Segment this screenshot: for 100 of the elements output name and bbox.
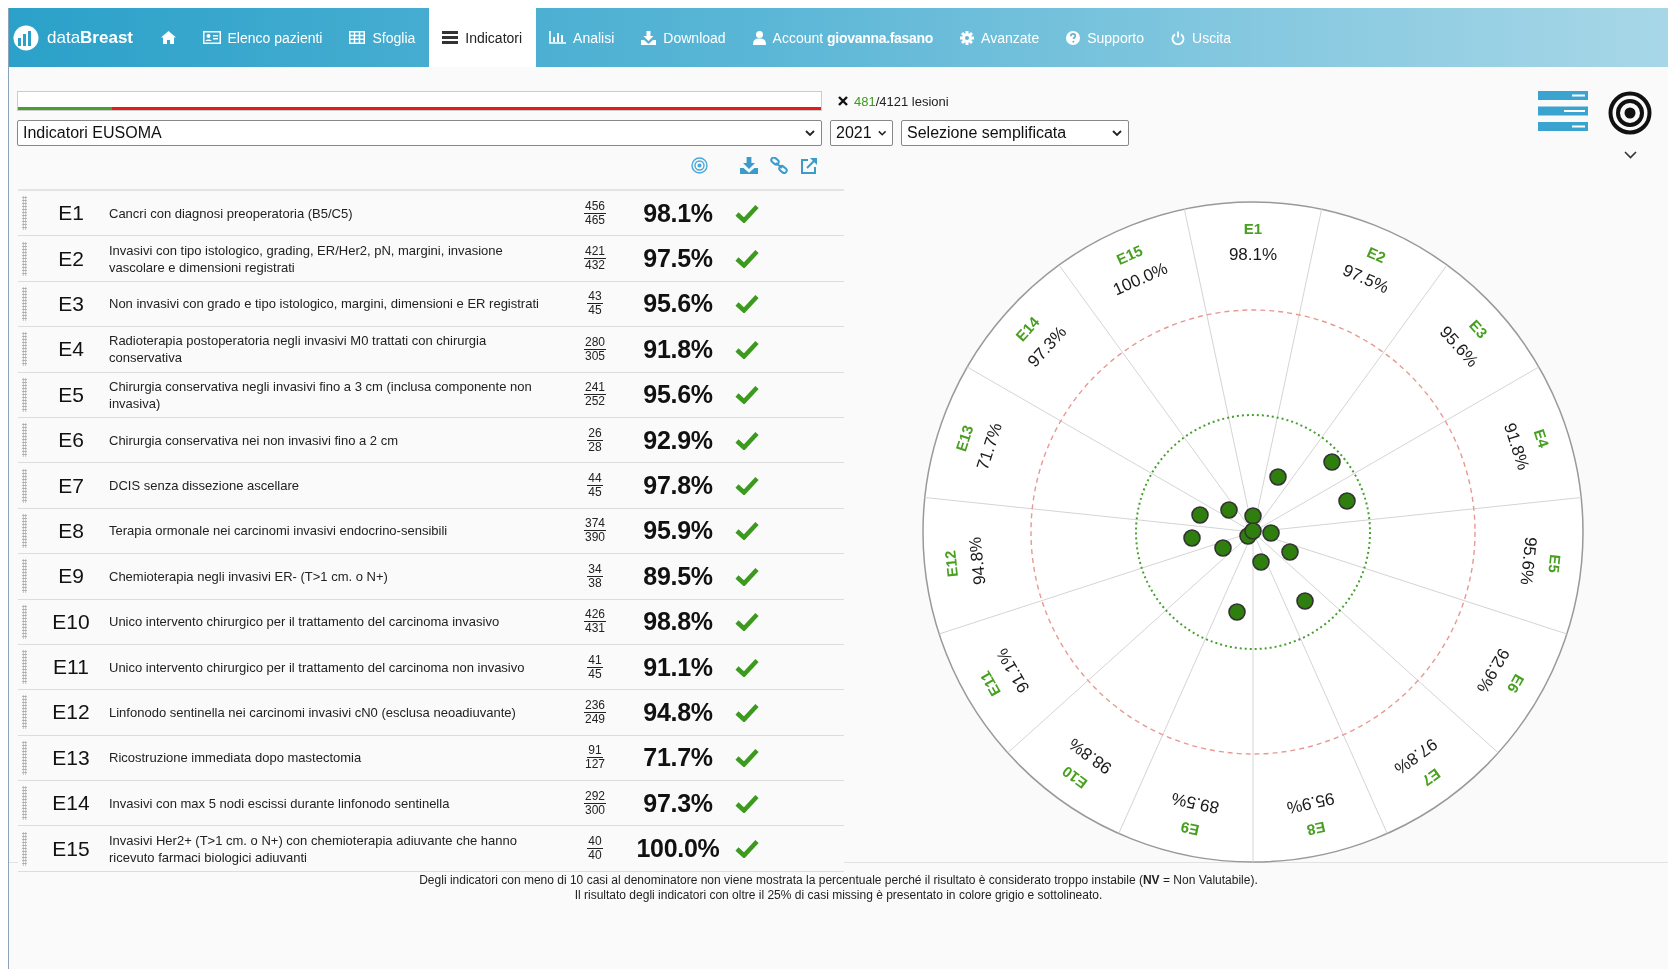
data-point[interactable] (1191, 506, 1209, 524)
sector-code: E9 (1179, 818, 1201, 840)
numerator: 456 (584, 199, 606, 214)
data-point[interactable] (1323, 453, 1341, 471)
user-icon (752, 30, 766, 45)
denominator: 45 (588, 486, 602, 500)
denominator: 390 (585, 531, 605, 545)
numerator: 26 (587, 426, 603, 441)
selection-mode-dropdown[interactable]: Selezione semplificata (901, 120, 1129, 146)
indicator-code: E10 (51, 609, 91, 634)
denominator: 249 (585, 713, 605, 726)
indicator-code: E3 (57, 291, 85, 316)
indicator-percent: 100.0% (635, 834, 721, 864)
numerator: 34 (587, 562, 603, 577)
indicator-code: E12 (51, 700, 91, 725)
year-dropdown[interactable]: 2021 (830, 120, 893, 146)
denominator: 127 (585, 758, 605, 772)
indicator-description: Cancri con diagnosi preoperatoria (B5/C5) (109, 204, 354, 222)
drag-handle[interactable] (22, 286, 27, 321)
drag-handle[interactable] (22, 377, 27, 412)
indicator-percent: 97.8% (642, 471, 714, 501)
sector-code: E6 (1503, 671, 1528, 696)
close-icon[interactable] (838, 96, 848, 106)
gear-icon (960, 30, 975, 45)
numerator: 41 (587, 653, 603, 668)
power-icon (1171, 30, 1186, 45)
nav-tab[interactable]: Avanzate (946, 8, 1053, 67)
indicator-percent: 71.7% (642, 743, 714, 773)
help-icon (1066, 30, 1081, 45)
drag-handle[interactable] (22, 196, 27, 231)
data-point[interactable] (1252, 553, 1270, 571)
target-view-icon[interactable] (1608, 91, 1652, 135)
nav-tab[interactable]: Account giovanna.fasano (739, 8, 947, 67)
target-icon[interactable] (691, 157, 708, 174)
indicator-description: Chirurgia conservativa negli invasivi fino a 3 cm (inclusa componente non invasiva) (109, 377, 533, 412)
download-icon[interactable] (740, 157, 758, 174)
data-point[interactable] (1281, 543, 1299, 561)
nav-tab[interactable]: Uscita (1157, 8, 1245, 67)
nav-tab[interactable]: Sfoglia (335, 8, 429, 67)
indicator-description: Linfonodo sentinella nei carcinomi invasivi cN0 (esclusa neoadiuvante) (109, 704, 517, 721)
sector-value: 98.1% (1228, 245, 1278, 265)
drag-handle[interactable] (22, 468, 27, 503)
chevron-down-icon[interactable] (1623, 151, 1637, 159)
denominator: 465 (585, 213, 605, 227)
data-point[interactable] (1262, 524, 1280, 542)
data-point[interactable] (1220, 501, 1238, 519)
indicator-description: Radioterapia postoperatoria negli invasivi M0 trattati con chirurgia conservativa (109, 332, 488, 367)
footnote-text: Il risultato degli indicatori con oltre il 25% di casi missing è presentato in colore grigio e sottolineato. (574, 888, 1103, 902)
data-point[interactable] (1338, 492, 1356, 510)
indicator-description: Chemioterapia negli invasivi ER- (T>1 cm. o N+) (109, 567, 389, 585)
chevron-down-icon (805, 129, 815, 137)
drag-handle[interactable] (22, 695, 27, 730)
drag-handle[interactable] (22, 740, 27, 775)
indicator-description: Unico intervento chirurgico per il trattamento del carcinoma invasivo (109, 613, 501, 631)
drag-handle[interactable] (22, 423, 27, 458)
drag-handle[interactable] (22, 650, 27, 685)
numerator: 374 (584, 517, 606, 532)
drag-handle[interactable] (22, 559, 27, 594)
numerator: 236 (584, 699, 606, 713)
denominator: 252 (585, 395, 605, 409)
drag-handle[interactable] (22, 241, 27, 276)
data-point[interactable] (1244, 522, 1262, 540)
indicator-code: E13 (51, 745, 91, 770)
id-card-icon (202, 31, 221, 44)
indicator-percent: 91.8% (642, 334, 714, 364)
nav-tab[interactable]: Supporto (1052, 8, 1158, 67)
data-point[interactable] (1214, 539, 1232, 557)
indicator-percent: 97.5% (642, 244, 714, 274)
data-point[interactable] (1183, 529, 1201, 547)
indicator-percent: 98.1% (642, 198, 714, 228)
sector-code: E4 (1530, 426, 1553, 450)
drag-handle[interactable] (22, 786, 27, 821)
nav-tab[interactable]: Analisi (535, 8, 628, 67)
sector-code: E15 (1113, 241, 1146, 268)
indicator-description: Invasivi con tipo istologico, grading, ER/Her2, pN, margini, invasione vascolare e dimensioni registrati (109, 241, 504, 276)
drag-handle[interactable] (22, 332, 27, 367)
link-icon[interactable] (770, 157, 788, 174)
indicator-code: E8 (57, 518, 85, 543)
drag-handle[interactable] (22, 604, 27, 639)
nav-tab[interactable]: Elenco pazienti (189, 8, 336, 67)
chevron-down-icon (877, 129, 886, 137)
drag-handle[interactable] (22, 513, 27, 548)
nav-tab[interactable]: Indicatori (428, 8, 536, 67)
data-point[interactable] (1269, 468, 1287, 486)
numerator: 43 (587, 290, 603, 305)
nav-tab[interactable]: Download (627, 8, 740, 67)
indicator-set-dropdown[interactable]: Indicatori EUSOMA (17, 120, 822, 146)
numerator: 280 (584, 335, 606, 350)
drag-handle[interactable] (22, 831, 27, 866)
sector-code: E1 (1243, 219, 1263, 237)
indicator-percent: 95.6% (642, 289, 714, 319)
external-link-icon[interactable] (800, 157, 818, 174)
indicator-code: E11 (52, 655, 90, 680)
indicator-code: E7 (57, 473, 85, 498)
list-view-icon[interactable] (1538, 91, 1588, 131)
indicator-percent: 95.9% (642, 516, 714, 546)
indicator-code: E1 (57, 201, 85, 226)
indicator-percent: 95.6% (642, 380, 714, 410)
data-point[interactable] (1296, 592, 1314, 610)
data-point[interactable] (1228, 603, 1246, 621)
